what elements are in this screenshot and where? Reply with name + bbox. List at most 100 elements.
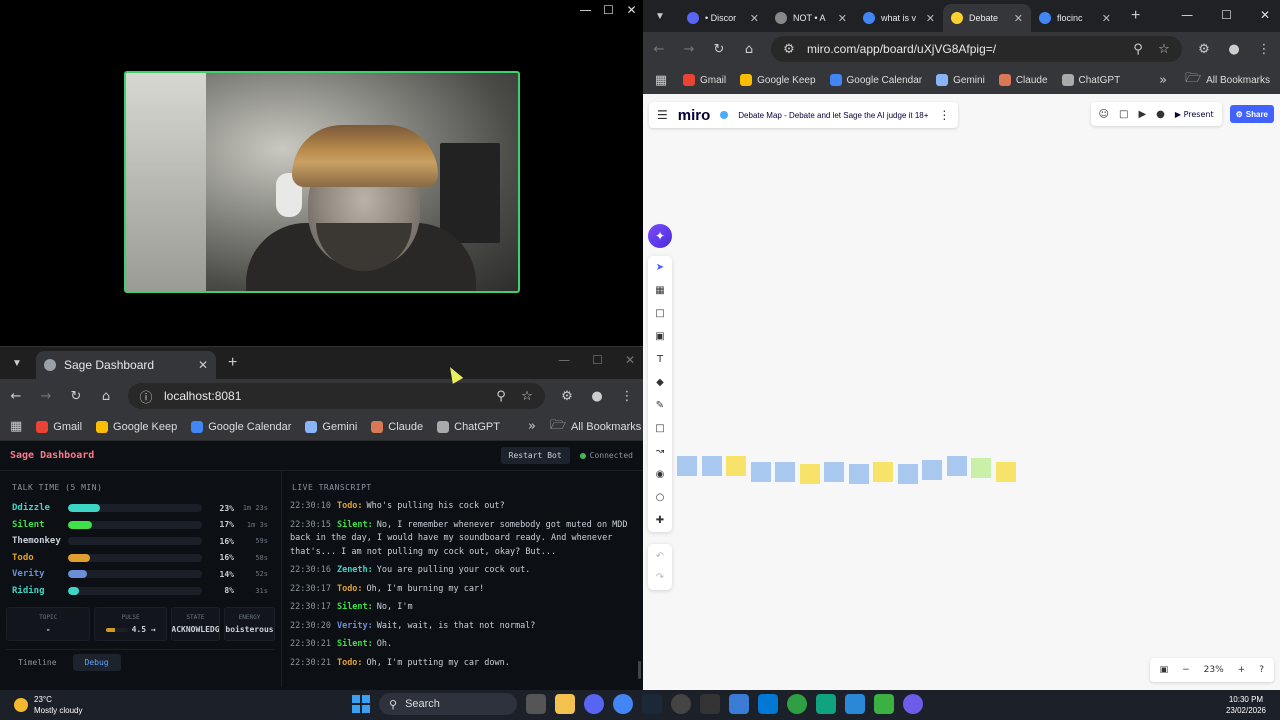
close-icon[interactable]: ✕ xyxy=(620,0,643,20)
miro-board-canvas[interactable]: ☰ miro Debate Map - Debate and let Sage … xyxy=(643,94,1280,690)
vscode-icon[interactable] xyxy=(758,694,778,714)
all-bookmarks[interactable]: 🗁 All Bookmarks xyxy=(550,416,641,438)
bookmark-star-icon[interactable]: ☆ xyxy=(519,389,535,404)
powershell-icon[interactable] xyxy=(729,694,749,714)
all-bookmarks[interactable]: 🗁 All Bookmarks xyxy=(1185,69,1270,91)
app-icon[interactable] xyxy=(903,694,923,714)
bookmark-claude[interactable]: Claude xyxy=(998,74,1048,86)
tab-debug[interactable]: Debug xyxy=(72,654,121,671)
site-info-icon[interactable]: ⓘ xyxy=(138,387,154,406)
maximize-icon[interactable]: ☐ xyxy=(597,0,620,20)
bookmark-star-icon[interactable]: ☆ xyxy=(1156,42,1172,57)
profile-icon[interactable]: ● xyxy=(1226,42,1242,57)
notepad-icon[interactable] xyxy=(845,694,865,714)
comment-icon[interactable]: ○ xyxy=(652,490,668,505)
sticky-note[interactable] xyxy=(726,456,746,476)
sticky-note[interactable] xyxy=(971,458,991,478)
tab-close-icon[interactable]: ✕ xyxy=(1014,12,1023,25)
bookmark-google-keep[interactable]: Google Keep xyxy=(740,74,816,86)
tab-sage-dashboard[interactable]: Sage Dashboard ✕ xyxy=(36,351,216,379)
redo-icon[interactable]: ↷ xyxy=(656,572,664,583)
palette-icon[interactable]: ◉ xyxy=(652,467,668,482)
comments-icon[interactable]: □ xyxy=(1119,109,1128,120)
frame-icon[interactable]: □ xyxy=(652,306,668,321)
app-icon[interactable] xyxy=(671,694,691,714)
help-icon[interactable]: ? xyxy=(1259,665,1264,675)
apps-icon[interactable]: ▦ xyxy=(653,73,669,88)
file-explorer-icon[interactable] xyxy=(555,694,575,714)
maximize-icon[interactable]: ☐ xyxy=(1221,8,1232,22)
extensions-icon[interactable]: ⚙ xyxy=(1196,42,1212,57)
connector-icon[interactable]: ↝ xyxy=(652,444,668,459)
app-icon[interactable] xyxy=(816,694,836,714)
sticky-note[interactable] xyxy=(995,462,1016,482)
new-tab-button[interactable]: + xyxy=(228,354,237,372)
task-view-icon[interactable] xyxy=(526,694,546,714)
zoom-level[interactable]: 23% xyxy=(1204,665,1224,675)
home-icon[interactable]: ⌂ xyxy=(741,42,757,57)
reload-icon[interactable]: ↻ xyxy=(711,42,727,57)
bookmark-google-keep[interactable]: Google Keep xyxy=(96,420,177,433)
select-tool-icon[interactable]: ➤ xyxy=(652,260,668,275)
bookmark-gemini[interactable]: Gemini xyxy=(305,420,357,433)
app-icon[interactable] xyxy=(787,694,807,714)
bookmark-google-calendar[interactable]: Google Calendar xyxy=(829,74,922,86)
tab-close-icon[interactable]: ✕ xyxy=(198,358,208,372)
avatar[interactable]: ● xyxy=(1156,109,1165,120)
apps-icon[interactable]: ▦ xyxy=(10,419,22,434)
discord-icon[interactable] xyxy=(584,694,604,714)
sticky-note[interactable] xyxy=(873,462,893,482)
shapes-icon[interactable]: ◆ xyxy=(652,375,668,390)
sticky-note[interactable] xyxy=(897,464,918,484)
sticky-note[interactable] xyxy=(677,456,697,476)
undo-icon[interactable]: ↶ xyxy=(656,551,664,562)
menu-icon[interactable]: ⋮ xyxy=(1256,42,1272,57)
video-icon[interactable]: ▶ xyxy=(1138,109,1146,120)
board-name[interactable]: Debate Map - Debate and let Sage the AI … xyxy=(738,111,928,120)
profile-icon[interactable]: ● xyxy=(589,389,605,404)
tab-close-icon[interactable]: ✕ xyxy=(1102,12,1111,25)
transcript-scrollbar[interactable] xyxy=(638,661,641,679)
system-clock[interactable]: 10:30 PM 23/02/2026 xyxy=(1226,694,1266,716)
sticky-note[interactable] xyxy=(701,456,722,476)
browser-tab[interactable]: • Discor ✕ xyxy=(679,4,767,32)
zoom-icon[interactable]: ⚲ xyxy=(1130,42,1146,57)
forward-icon[interactable]: → xyxy=(681,42,697,57)
bookmark-gmail[interactable]: Gmail xyxy=(683,74,726,86)
pen-icon[interactable]: ✎ xyxy=(652,398,668,413)
text-tool-icon[interactable]: T xyxy=(652,352,668,367)
sticky-note[interactable] xyxy=(848,464,869,484)
fit-icon[interactable]: ▣ xyxy=(1160,665,1169,675)
tab-search-button[interactable]: ▼ xyxy=(6,352,28,374)
taskbar-search[interactable]: ⚲ Search xyxy=(379,693,517,715)
reload-icon[interactable]: ↻ xyxy=(68,389,84,404)
forward-icon[interactable]: → xyxy=(38,389,54,404)
weather-widget[interactable]: 23°C Mostly cloudy xyxy=(14,694,82,716)
more-bookmarks-icon[interactable]: » xyxy=(1155,73,1171,88)
tab-search-button[interactable]: ▼ xyxy=(649,5,671,27)
sticky-note[interactable] xyxy=(922,460,942,480)
new-tab-button[interactable]: + xyxy=(1131,7,1140,25)
browser-tab[interactable]: what is v ✕ xyxy=(855,4,943,32)
start-button[interactable] xyxy=(352,695,370,713)
zoom-in-icon[interactable]: + xyxy=(1238,665,1246,675)
maximize-icon[interactable]: ☐ xyxy=(592,353,603,367)
app-icon[interactable] xyxy=(874,694,894,714)
close-icon[interactable]: ✕ xyxy=(625,353,635,367)
sticky-note[interactable] xyxy=(799,464,820,484)
chrome-icon[interactable] xyxy=(613,694,633,714)
browser-tab[interactable]: flocinc ✕ xyxy=(1031,4,1119,32)
board-options-icon[interactable]: ⋮ xyxy=(938,108,950,122)
site-info-icon[interactable]: ⚙ xyxy=(781,42,797,57)
url-input[interactable]: ⓘ localhost:8081 ⚲ ☆ xyxy=(128,383,545,409)
main-menu-icon[interactable]: ☰ xyxy=(657,108,668,122)
extensions-icon[interactable]: ⚙ xyxy=(559,389,575,404)
back-icon[interactable]: ← xyxy=(651,42,667,57)
bookmark-google-calendar[interactable]: Google Calendar xyxy=(191,420,291,433)
bookmark-chatgpt[interactable]: ChatGPT xyxy=(1061,74,1120,86)
browser-tab[interactable]: Debate ✕ xyxy=(943,4,1031,32)
browser-tab[interactable]: NOT • A ✕ xyxy=(767,4,855,32)
sticky-note[interactable] xyxy=(750,462,771,482)
zoom-icon[interactable]: ⚲ xyxy=(493,389,509,404)
back-icon[interactable]: ← xyxy=(8,389,24,404)
